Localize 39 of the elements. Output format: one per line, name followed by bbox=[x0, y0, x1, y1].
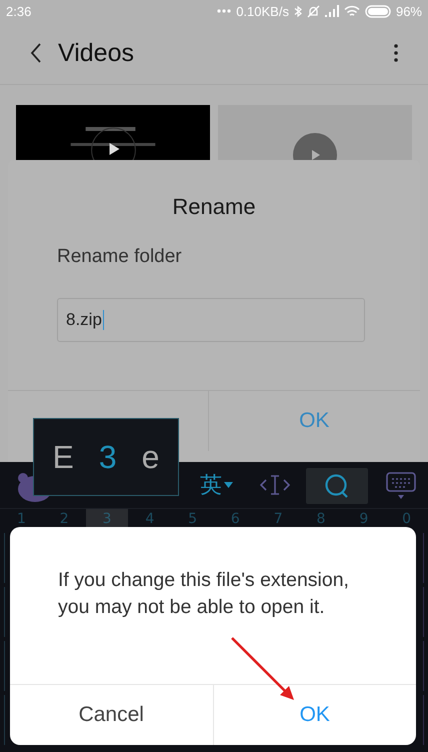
more-dots-icon bbox=[217, 9, 232, 13]
network-speed: 0.10KB/s bbox=[236, 4, 289, 18]
number-key[interactable]: 6 bbox=[214, 509, 257, 529]
number-key[interactable]: 1 bbox=[0, 509, 43, 529]
input-field[interactable]: 8.zip bbox=[57, 298, 365, 342]
signal-icon bbox=[324, 5, 339, 17]
dialog-title: Rename bbox=[171, 194, 257, 220]
cancel-button[interactable]: Cancel bbox=[10, 685, 214, 745]
number-key[interactable]: 0 bbox=[385, 509, 428, 529]
back-icon[interactable] bbox=[30, 43, 42, 63]
menu-icon[interactable] bbox=[394, 44, 398, 62]
caret-icon bbox=[224, 482, 233, 488]
ok-button[interactable]: OK bbox=[208, 391, 420, 451]
search-icon bbox=[324, 473, 350, 499]
alert-message: If you change this file's extension, you may not be able to open it. bbox=[58, 568, 350, 620]
text-cursor-icon[interactable] bbox=[260, 474, 290, 496]
video-thumbnail[interactable] bbox=[218, 105, 412, 161]
field-label: Rename folder bbox=[57, 246, 183, 268]
number-key[interactable]: 3 bbox=[86, 509, 128, 529]
number-key[interactable]: 7 bbox=[256, 509, 300, 529]
bluetooth-icon bbox=[294, 4, 302, 18]
battery-icon bbox=[364, 4, 391, 18]
key-option[interactable]: 3 bbox=[98, 438, 117, 476]
battery-level: 96% bbox=[396, 4, 422, 18]
status-time: 2:36 bbox=[6, 4, 32, 18]
ok-button[interactable]: OK bbox=[214, 685, 416, 745]
number-key[interactable]: 2 bbox=[42, 509, 86, 529]
number-key[interactable]: 4 bbox=[128, 509, 172, 529]
key-option[interactable]: E bbox=[52, 438, 74, 476]
number-key[interactable]: 5 bbox=[171, 509, 214, 529]
language-toggle[interactable]: 英 bbox=[200, 470, 233, 500]
search-button[interactable] bbox=[306, 468, 368, 504]
wifi-icon bbox=[344, 4, 360, 18]
number-key[interactable]: 8 bbox=[300, 509, 342, 529]
page-title: Videos bbox=[58, 38, 134, 68]
muted-bell-icon bbox=[306, 4, 320, 18]
key-option[interactable]: e bbox=[142, 438, 160, 476]
keyboard-icon[interactable] bbox=[386, 472, 416, 500]
number-key[interactable]: 9 bbox=[342, 509, 386, 529]
